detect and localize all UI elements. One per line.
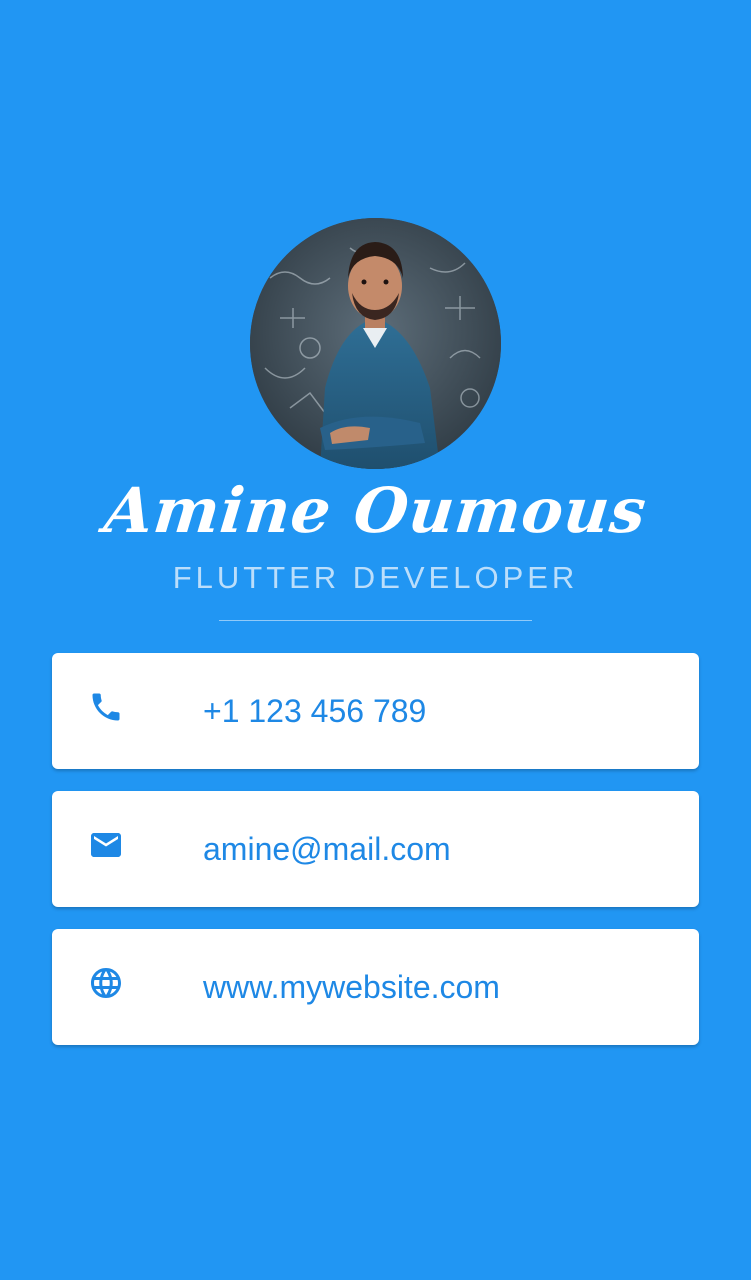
- phone-icon: [88, 689, 124, 725]
- mail-icon: [88, 827, 124, 863]
- avatar: [250, 218, 501, 469]
- business-card-screen: Amine Oumous FLUTTER DEVELOPER +1 123 45…: [0, 0, 751, 1280]
- email-address: amine@mail.com: [203, 831, 451, 867]
- profile-name: Amine Oumous: [101, 474, 651, 547]
- profile-title: FLUTTER DEVELOPER: [172, 560, 579, 595]
- website-url: www.mywebsite.com: [203, 969, 500, 1005]
- avatar-photo: [250, 218, 501, 469]
- phone-card[interactable]: +1 123 456 789: [52, 653, 699, 769]
- website-card[interactable]: www.mywebsite.com: [52, 929, 699, 1045]
- divider: [219, 620, 532, 621]
- phone-number: +1 123 456 789: [203, 693, 427, 729]
- globe-icon: [88, 965, 124, 1001]
- email-card[interactable]: amine@mail.com: [52, 791, 699, 907]
